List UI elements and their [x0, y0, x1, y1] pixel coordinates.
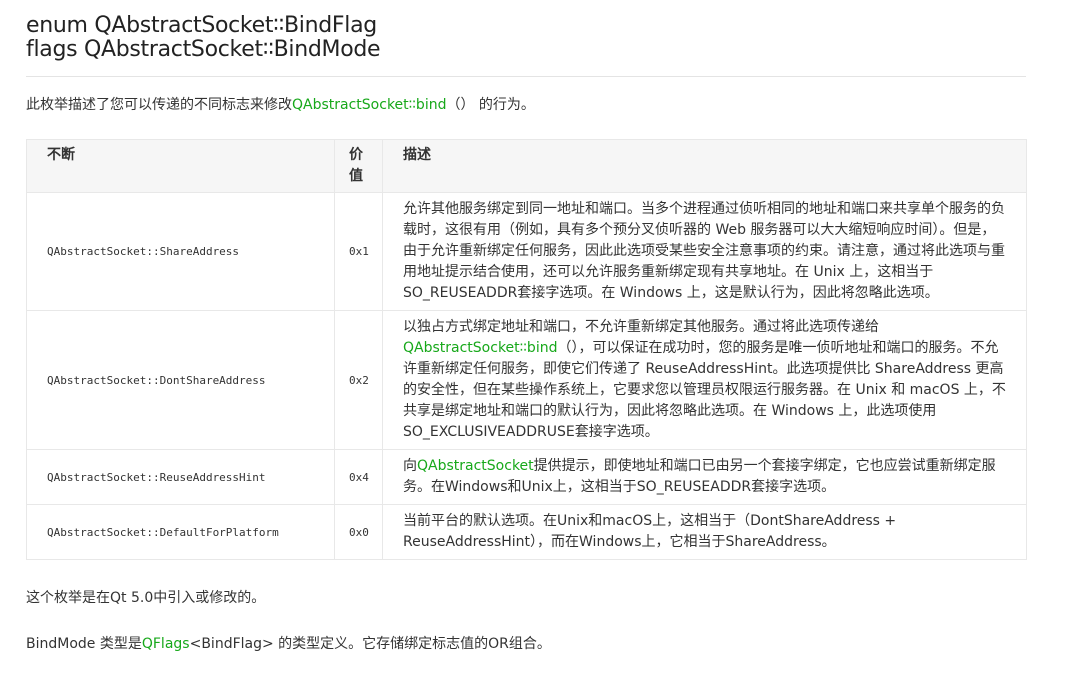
title-divider — [26, 76, 1026, 77]
constant-value: 0x1 — [334, 192, 383, 311]
constant-description: 以独占方式绑定地址和端口，不允许重新绑定其他服务。通过将此选项传递给 QAbstr… — [382, 310, 1027, 450]
bindflag-table: 不断 价值 描述 QAbstractSocket::ShareAddress 0… — [26, 139, 1027, 560]
bind-function-link[interactable]: QAbstractSocket∶∶bind — [403, 340, 557, 356]
title-bindmode: flags QAbstractSocket∶∶BindMode — [26, 37, 381, 62]
desc-text-before: 以独占方式绑定地址和端口，不允许重新绑定其他服务。通过将此选项传递给 — [403, 319, 879, 335]
intro-text-before: 此枚举描述了您可以传递的不同标志来修改 — [26, 97, 292, 113]
header-constant: 不断 — [26, 139, 335, 193]
desc-text-before: 向 — [403, 458, 417, 474]
intro-paragraph: 此枚举描述了您可以传递的不同标志来修改QAbstractSocket∶∶bind… — [26, 95, 1026, 115]
intro-text-after: （） 的行为。 — [446, 97, 535, 113]
version-note: 这个枚举是在Qt 5.0中引入或修改的。 — [26, 590, 266, 606]
table-row: QAbstractSocket::DefaultForPlatform 0x0 … — [26, 504, 1027, 560]
table-row: QAbstractSocket::DontShareAddress 0x2 以独… — [26, 310, 1027, 450]
doc-page: enum QAbstractSocket∶∶BindFlag flags QAb… — [26, 14, 1027, 654]
table-row: QAbstractSocket::ShareAddress 0x1 允许其他服务… — [26, 192, 1027, 311]
bind-function-link[interactable]: QAbstractSocket∶∶bind — [292, 97, 446, 113]
constant-name: QAbstractSocket::ShareAddress — [26, 192, 335, 311]
header-description: 描述 — [382, 139, 1027, 193]
constant-value: 0x4 — [334, 449, 383, 505]
constant-name: QAbstractSocket::DefaultForPlatform — [26, 504, 335, 560]
constant-value: 0x0 — [334, 504, 383, 560]
constant-value: 0x2 — [334, 310, 383, 450]
constant-name: QAbstractSocket::DontShareAddress — [26, 310, 335, 450]
constant-description: 当前平台的默认选项。在Unix和macOS上，这相当于（DontShareAdd… — [382, 504, 1027, 560]
page-title: enum QAbstractSocket∶∶BindFlag flags QAb… — [26, 14, 1026, 62]
table-row: QAbstractSocket::ReuseAddressHint 0x4 向Q… — [26, 449, 1027, 505]
bindmode-text-after: <BindFlag> 的类型定义。它存储绑定标志值的OR组合。 — [189, 636, 551, 652]
constant-description: 向QAbstractSocket提供提示，即使地址和端口已由另一个套接字绑定，它… — [382, 449, 1027, 505]
constant-name: QAbstractSocket::ReuseAddressHint — [26, 449, 335, 505]
qflags-link[interactable]: QFlags — [142, 636, 190, 652]
title-bindflag: enum QAbstractSocket∶∶BindFlag — [26, 13, 377, 38]
bindmode-text-before: BindMode 类型是 — [26, 636, 142, 652]
constant-description: 允许其他服务绑定到同一地址和端口。当多个进程通过侦听相同的地址和端口来共享单个服… — [382, 192, 1027, 311]
table-header-row: 不断 价值 描述 — [26, 139, 1027, 193]
qabstractsocket-link[interactable]: QAbstractSocket — [417, 458, 534, 474]
header-value: 价值 — [334, 139, 383, 193]
bindmode-paragraph: BindMode 类型是QFlags<BindFlag> 的类型定义。它存储绑定… — [26, 634, 1026, 654]
